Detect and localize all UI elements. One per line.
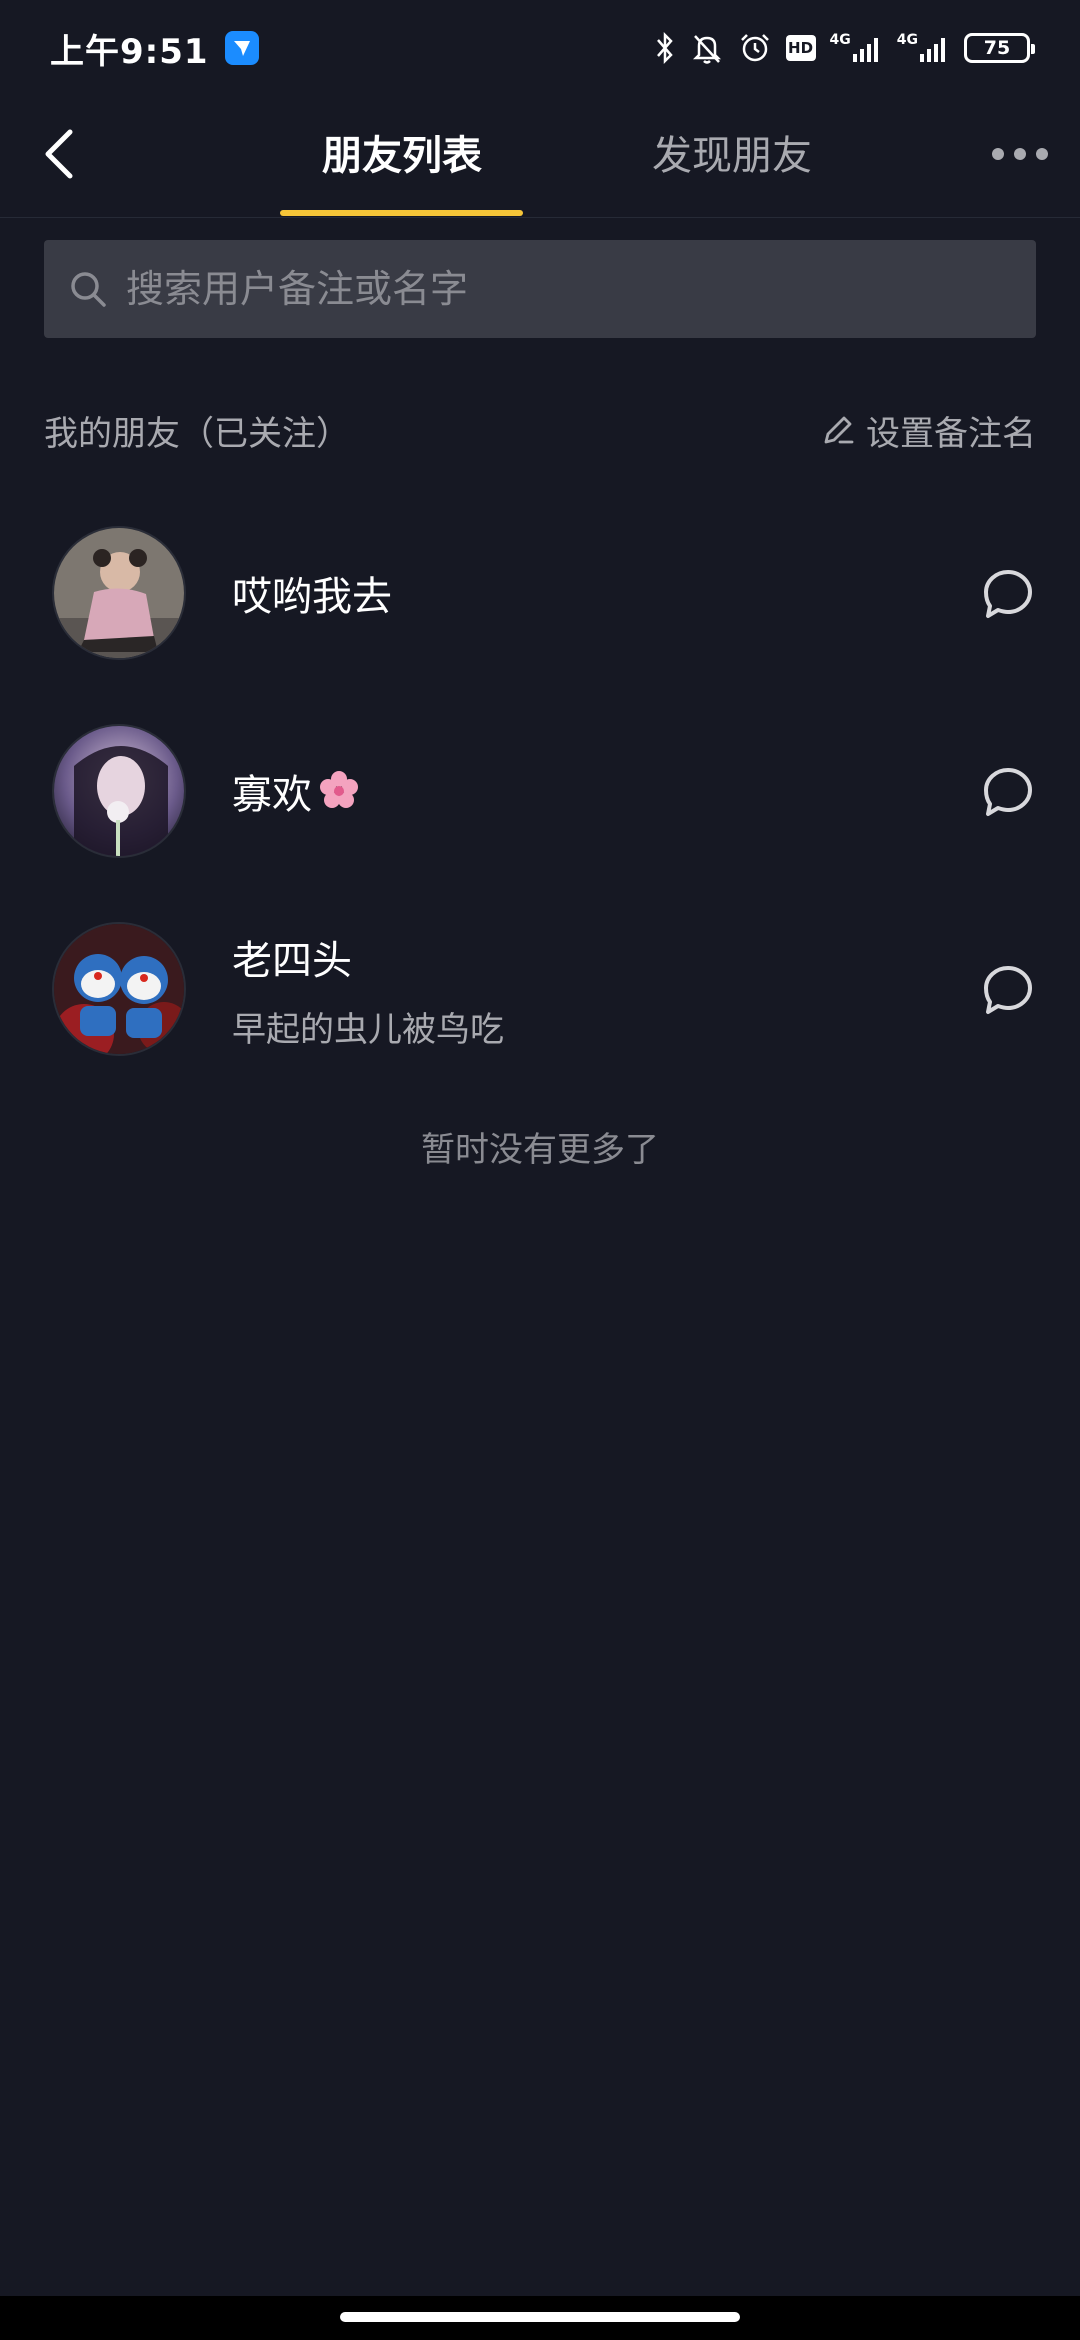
top-nav: 朋友列表 发现朋友 <box>0 96 1080 218</box>
friend-name: 哎哟我去 <box>232 574 392 620</box>
friend-text: 老四头 早起的虫儿被鸟吃 <box>232 928 504 1051</box>
chat-bubble-icon <box>984 570 1032 618</box>
signal-bars-icon <box>920 38 945 62</box>
dot-icon <box>1014 148 1026 160</box>
list-item[interactable]: 寡欢 <box>0 692 1080 890</box>
chat-bubble-icon <box>984 768 1032 816</box>
signal-bars-icon <box>852 38 878 62</box>
alarm-icon <box>740 34 769 62</box>
status-time: 上午9:51 <box>50 31 209 72</box>
status-bar: 上午9:51 HD 4G 4G 75 <box>0 0 1080 96</box>
dot-icon <box>992 148 1004 160</box>
friend-signature: 早起的虫儿被鸟吃 <box>232 1009 504 1050</box>
bluetooth-icon <box>656 31 673 65</box>
active-tab-indicator <box>280 210 523 216</box>
system-navigation-bar <box>0 2296 1080 2340</box>
set-remark-button[interactable]: 设置备注名 <box>820 406 1036 455</box>
end-of-list-text: 暂时没有更多了 <box>421 1130 659 1170</box>
tab-discover-friends[interactable]: 发现朋友 <box>612 126 852 186</box>
tab-friend-list[interactable]: 朋友列表 <box>282 126 522 186</box>
cherry-blossom-icon <box>320 771 358 808</box>
back-arrow-icon <box>45 129 73 179</box>
friend-list: 哎哟我去 寡欢 老四头 早起的虫儿被鸟吃 <box>0 494 1080 1088</box>
list-item[interactable]: 老四头 早起的虫儿被鸟吃 <box>0 890 1080 1088</box>
search-icon <box>71 272 106 307</box>
friend-text: 寡欢 <box>232 762 362 820</box>
app-notification-icon <box>224 31 259 65</box>
silent-bell-icon <box>692 35 721 64</box>
avatar[interactable] <box>52 724 186 858</box>
avatar[interactable] <box>52 922 186 1056</box>
friend-name-row: 寡欢 <box>232 762 362 820</box>
network-signal-2: 4G <box>897 32 950 62</box>
home-indicator[interactable] <box>340 2312 740 2322</box>
pencil-icon <box>824 416 854 444</box>
set-remark-label: 设置备注名 <box>866 413 1036 454</box>
network-signal-1: 4G <box>830 32 883 62</box>
list-item[interactable]: 哎哟我去 <box>0 494 1080 692</box>
search-bar[interactable] <box>44 240 1036 338</box>
chat-button[interactable] <box>980 764 1036 820</box>
search-input[interactable] <box>126 267 986 311</box>
friends-section-header: 我的朋友（已关注） 设置备注名 <box>44 400 1036 460</box>
chat-button[interactable] <box>980 962 1036 1018</box>
back-button[interactable] <box>42 124 90 184</box>
friend-name: 寡欢 <box>232 772 312 818</box>
battery-icon: 75 <box>964 33 1035 63</box>
battery-level: 75 <box>983 37 1011 59</box>
chat-button[interactable] <box>980 566 1036 622</box>
friend-text: 哎哟我去 <box>232 564 392 622</box>
friend-name: 老四头 <box>232 937 352 984</box>
status-icons: HD 4G 4G 75 <box>654 31 1035 65</box>
section-title: 我的朋友（已关注） <box>44 413 350 454</box>
dot-icon <box>1036 148 1048 160</box>
avatar[interactable] <box>52 526 186 660</box>
hd-voice-icon: HD <box>785 35 816 61</box>
chat-bubble-icon <box>984 966 1032 1014</box>
more-options-button[interactable] <box>992 148 1048 160</box>
